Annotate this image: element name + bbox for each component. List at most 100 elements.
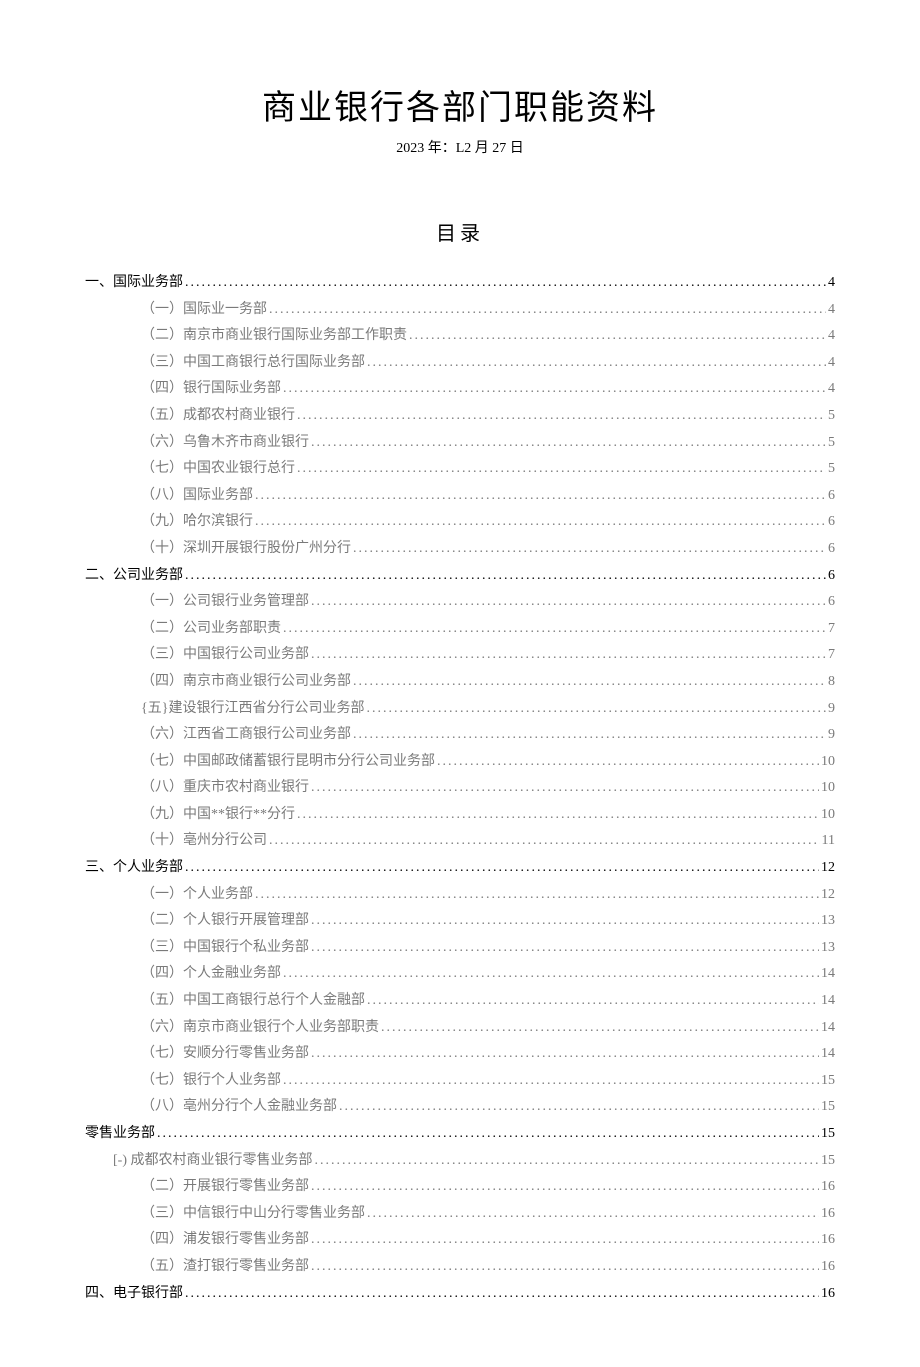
toc-entry-label: （六）乌鲁木齐市商业银行 — [141, 430, 309, 457]
toc-entry-label: （三）中信银行中山分行零售业务部 — [141, 1201, 365, 1228]
toc-leader-dots — [311, 1174, 819, 1201]
toc-entry-page: 16 — [821, 1254, 835, 1281]
toc-entry-page: 4 — [828, 376, 835, 403]
toc-entry: （二）开展银行零售业务部 16 — [141, 1174, 835, 1201]
toc-leader-dots — [269, 828, 820, 855]
toc-leader-dots — [381, 1015, 819, 1042]
toc-entry: （二）个人银行开展管理部 13 — [141, 908, 835, 935]
toc-entry-label: （四）浦发银行零售业务部 — [141, 1227, 309, 1254]
toc-entry-page: 9 — [828, 722, 835, 749]
toc-entry-page: 11 — [822, 828, 835, 855]
toc-entry-label: （五）中国工商银行总行个人金融部 — [141, 988, 365, 1015]
toc-entry-page: 16 — [821, 1201, 835, 1228]
toc-entry-label: 一、国际业务部 — [85, 270, 183, 297]
toc-entry: 二、公司业务部 6 — [85, 563, 835, 590]
toc-leader-dots — [409, 323, 826, 350]
toc-entry-label: （二）个人银行开展管理部 — [141, 908, 309, 935]
toc-entry-page: 4 — [828, 297, 835, 324]
toc-leader-dots — [367, 988, 819, 1015]
toc-entry-page: 6 — [828, 536, 835, 563]
toc-entry-label: （一）个人业务部 — [141, 882, 253, 909]
toc-entry-label: （七）安顺分行零售业务部 — [141, 1041, 309, 1068]
toc-leader-dots — [311, 1227, 819, 1254]
toc-entry-label: （九）哈尔滨银行 — [141, 509, 253, 536]
toc-entry: （八）亳州分行个人金融业务部 15 — [141, 1094, 835, 1121]
toc-entry-page: 12 — [821, 855, 835, 882]
toc-leader-dots — [297, 802, 819, 829]
toc-entry: （一）公司银行业务管理部6 — [141, 589, 835, 616]
toc-entry-label: （九）中国**银行**分行 — [141, 802, 295, 829]
toc-leader-dots — [311, 642, 826, 669]
toc-entry: （五）中国工商银行总行个人金融部 14 — [141, 988, 835, 1015]
toc-entry-label: （三）中国银行个私业务部 — [141, 935, 309, 962]
toc-entry: （三）中国银行个私业务部 13 — [141, 935, 835, 962]
toc-entry-page: 6 — [828, 509, 835, 536]
toc-entry-page: 16 — [821, 1174, 835, 1201]
toc-leader-dots — [311, 935, 819, 962]
toc-entry: （四）银行国际业务部 4 — [141, 376, 835, 403]
toc-entry-page: 6 — [828, 563, 835, 590]
toc-entry: 一、国际业务部4 — [85, 270, 835, 297]
toc-entry-page: 15 — [821, 1094, 835, 1121]
toc-entry: （三）中国工商银行总行国际业务部4 — [141, 350, 835, 377]
toc-entry-page: 6 — [828, 483, 835, 510]
toc-leader-dots — [255, 509, 826, 536]
toc-entry-label: （四）银行国际业务部 — [141, 376, 281, 403]
toc-entry-label: （八）国际业务部 — [141, 483, 253, 510]
toc-entry-page: 5 — [828, 456, 835, 483]
toc-entry-label: （二）南京市商业银行国际业务部工作职责 — [141, 323, 407, 350]
toc-entry-page: 13 — [821, 908, 835, 935]
toc-entry: （五）成都农村商业银行5 — [141, 403, 835, 430]
toc-entry: （二）公司业务部职责 7 — [141, 616, 835, 643]
toc-entry: （三）中信银行中山分行零售业务部 16 — [141, 1201, 835, 1228]
toc-entry-page: 5 — [828, 430, 835, 457]
toc-entry-page: 4 — [828, 350, 835, 377]
toc-entry-label: （八）重庆市农村商业银行 — [141, 775, 309, 802]
toc-entry-page: 14 — [821, 988, 835, 1015]
toc-entry-label: 零售业务部 — [85, 1121, 155, 1148]
toc-leader-dots — [185, 270, 826, 297]
toc-entry-label: 二、公司业务部 — [85, 563, 183, 590]
document-date: 2023 年：L2 月 27 日 — [85, 137, 835, 157]
toc-heading: 目录 — [85, 217, 835, 246]
toc-entry-page: 10 — [821, 775, 835, 802]
toc-entry-page: 7 — [828, 616, 835, 643]
toc-entry: （十）深圳开展银行股份广州分行 6 — [141, 536, 835, 563]
toc-entry-page: 14 — [821, 1041, 835, 1068]
toc-entry: （三）中国银行公司业务部7 — [141, 642, 835, 669]
toc-entry-label: （四）南京市商业银行公司业务部 — [141, 669, 351, 696]
toc-entry-label: （七）银行个人业务部 — [141, 1068, 281, 1095]
toc-entry: （二）南京市商业银行国际业务部工作职责4 — [141, 323, 835, 350]
toc-entry-label: 三、个人业务部 — [85, 855, 183, 882]
toc-entry: （八）重庆市农村商业银行 10 — [141, 775, 835, 802]
toc-entry-label: （三）中国银行公司业务部 — [141, 642, 309, 669]
toc-leader-dots — [283, 616, 826, 643]
toc-entry-label: （六）江西省工商银行公司业务部 — [141, 722, 351, 749]
toc-entry: （七）中国农业银行总行5 — [141, 456, 835, 483]
toc-entry-label: （二）公司业务部职责 — [141, 616, 281, 643]
toc-entry: （六）乌鲁木齐市商业银行 5 — [141, 430, 835, 457]
toc-leader-dots — [437, 749, 819, 776]
toc-leader-dots — [311, 1254, 819, 1281]
toc-leader-dots — [353, 536, 826, 563]
toc-leader-dots — [185, 1281, 819, 1308]
toc-entry-page: 9 — [828, 696, 835, 723]
toc-entry: （七）银行个人业务部15 — [141, 1068, 835, 1095]
toc-leader-dots — [297, 403, 826, 430]
toc-leader-dots — [283, 961, 819, 988]
toc-leader-dots — [366, 696, 826, 723]
toc-leader-dots — [367, 1201, 819, 1228]
toc-entry-label: （五）渣打银行零售业务部 — [141, 1254, 309, 1281]
toc-entry-label: （八）亳州分行个人金融业务部 — [141, 1094, 337, 1121]
toc-entry: {五}建设银行江西省分行公司业务部9 — [141, 696, 835, 723]
toc-entry-page: 13 — [821, 935, 835, 962]
toc-entry-page: 15 — [821, 1121, 835, 1148]
toc-entry-page: 8 — [828, 669, 835, 696]
toc-entry-label: （一）国际业一务部 — [141, 297, 267, 324]
toc-entry-page: 16 — [821, 1227, 835, 1254]
toc-entry-label: （十）深圳开展银行股份广州分行 — [141, 536, 351, 563]
toc-entry-label: （七）中国邮政储蓄银行昆明市分行公司业务部 — [141, 749, 435, 776]
toc-entry-page: 14 — [821, 961, 835, 988]
toc-entry-label: [-) 成都农村商业银行零售业务部 — [113, 1148, 313, 1175]
toc-entry-label: （二）开展银行零售业务部 — [141, 1174, 309, 1201]
